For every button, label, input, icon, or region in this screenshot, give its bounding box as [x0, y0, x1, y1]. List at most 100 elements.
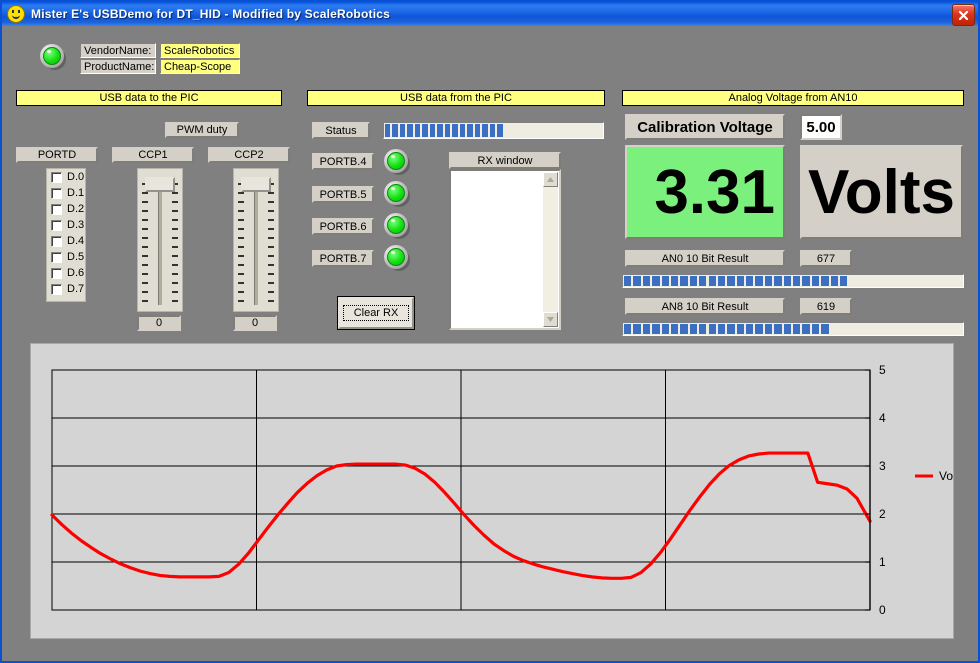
portd-checkbox-d1[interactable]: [51, 188, 62, 199]
progress-segment: [643, 276, 650, 286]
progress-segment: [831, 276, 838, 286]
clear-rx-button[interactable]: Clear RX: [338, 297, 414, 329]
an0-progress-bar: [622, 274, 964, 288]
progress-segment: [445, 124, 450, 137]
smiley-icon: [7, 5, 25, 23]
y-axis-tick-label: 3: [879, 459, 886, 473]
portd-checkbox-d5[interactable]: [51, 252, 62, 263]
progress-segment: [624, 276, 631, 286]
progress-segment: [475, 124, 480, 137]
voltage-readout: 3.31: [625, 145, 785, 239]
progress-segment: [671, 276, 678, 286]
an0-result-label: AN0 10 Bit Result: [625, 250, 785, 267]
pwm-duty-label: PWM duty: [165, 122, 239, 138]
analog-voltage-header: Analog Voltage from AN10: [622, 90, 964, 106]
portd-checkbox-row[interactable]: D.6: [51, 265, 85, 281]
progress-segment: [690, 276, 697, 286]
chart-canvas: 012345 Volts: [31, 344, 953, 638]
progress-segment: [784, 324, 791, 334]
progress-segment: [727, 324, 734, 334]
close-icon[interactable]: [952, 4, 975, 26]
ccp1-ticks-right: [172, 183, 178, 307]
progress-segment: [746, 324, 753, 334]
scroll-down-icon[interactable]: [543, 312, 558, 327]
progress-segment: [821, 276, 828, 286]
ccp1-value: 0: [137, 315, 181, 331]
progress-segment: [737, 324, 744, 334]
portd-checkbox-d6[interactable]: [51, 268, 62, 279]
progress-segment: [755, 324, 762, 334]
portd-bit-label: D.0: [67, 171, 84, 183]
progress-segment: [718, 276, 725, 286]
an8-result-label: AN8 10 Bit Result: [625, 298, 785, 315]
progress-segment: [680, 324, 687, 334]
portd-checkbox-row[interactable]: D.3: [51, 217, 85, 233]
progress-segment: [643, 324, 650, 334]
connection-led: [40, 44, 66, 70]
voltage-units-label: Volts: [800, 145, 963, 239]
portd-checkbox-d4[interactable]: [51, 236, 62, 247]
portd-bit-label: D.2: [67, 203, 84, 215]
progress-segment: [392, 124, 397, 137]
progress-segment: [821, 324, 828, 334]
portb7-led: [384, 245, 410, 271]
portd-checkbox-row[interactable]: D.7: [51, 281, 85, 297]
progress-segment: [652, 324, 659, 334]
progress-segment: [802, 276, 809, 286]
y-axis-tick-label: 4: [879, 411, 886, 425]
ccp2-label: CCP2: [208, 147, 290, 163]
ccp2-ticks-right: [268, 183, 274, 307]
chart-y-axis: 012345: [865, 363, 886, 617]
progress-segment: [482, 124, 487, 137]
progress-segment: [709, 276, 716, 286]
progress-segment: [727, 276, 734, 286]
progress-segment: [755, 276, 762, 286]
y-axis-tick-label: 5: [879, 363, 886, 377]
progress-segment: [662, 324, 669, 334]
portd-checkbox-row[interactable]: D.4: [51, 233, 85, 249]
status-label: Status: [312, 122, 370, 139]
portd-bit-label: D.5: [67, 251, 84, 263]
calibration-voltage-input[interactable]: 5.00: [800, 114, 842, 140]
clear-rx-label: Clear RX: [343, 305, 410, 321]
ccp2-slider[interactable]: [233, 168, 279, 312]
portd-checkbox-row[interactable]: D.1: [51, 185, 85, 201]
progress-segment: [400, 124, 405, 137]
progress-segment: [671, 324, 678, 334]
ccp1-slider[interactable]: [137, 168, 183, 312]
portd-checkbox-group: D.0 D.1 D.2 D.3 D.4 D.5 D.6 D.7: [46, 168, 86, 302]
portd-checkbox-d3[interactable]: [51, 220, 62, 231]
ccp1-slider-thumb[interactable]: [145, 177, 175, 192]
rx-window-textarea[interactable]: [449, 169, 561, 330]
portd-checkbox-d7[interactable]: [51, 284, 62, 295]
product-name-label: ProductName:: [80, 59, 156, 74]
portd-checkbox-row[interactable]: D.5: [51, 249, 85, 265]
progress-segment: [765, 276, 772, 286]
an0-result-value: 677: [800, 250, 852, 267]
legend-label: Volts: [939, 469, 953, 483]
portd-checkbox-row[interactable]: D.2: [51, 201, 85, 217]
scroll-up-icon[interactable]: [543, 172, 558, 187]
y-axis-tick-label: 2: [879, 507, 886, 521]
chart-legend: Volts: [915, 469, 953, 483]
progress-segment: [633, 276, 640, 286]
portb5-label: PORTB.5: [312, 186, 374, 203]
portd-checkbox-row[interactable]: D.0: [51, 169, 85, 185]
rx-scrollbar[interactable]: [543, 172, 558, 327]
progress-segment: [774, 324, 781, 334]
portd-bit-label: D.1: [67, 187, 84, 199]
progress-segment: [652, 276, 659, 286]
window-title: Mister E's USBDemo for DT_HID - Modified…: [31, 7, 390, 21]
progress-segment: [415, 124, 420, 137]
ccp2-ticks-left: [238, 183, 244, 307]
ccp2-slider-thumb[interactable]: [241, 177, 271, 192]
portd-checkbox-d2[interactable]: [51, 204, 62, 215]
portd-checkbox-d0[interactable]: [51, 172, 62, 183]
progress-segment: [497, 124, 502, 137]
usb-from-pic-header: USB data from the PIC: [307, 90, 605, 106]
vendor-name-label: VendorName:: [80, 43, 156, 58]
progress-segment: [385, 124, 390, 137]
progress-segment: [460, 124, 465, 137]
portd-bit-label: D.6: [67, 267, 84, 279]
progress-segment: [812, 276, 819, 286]
